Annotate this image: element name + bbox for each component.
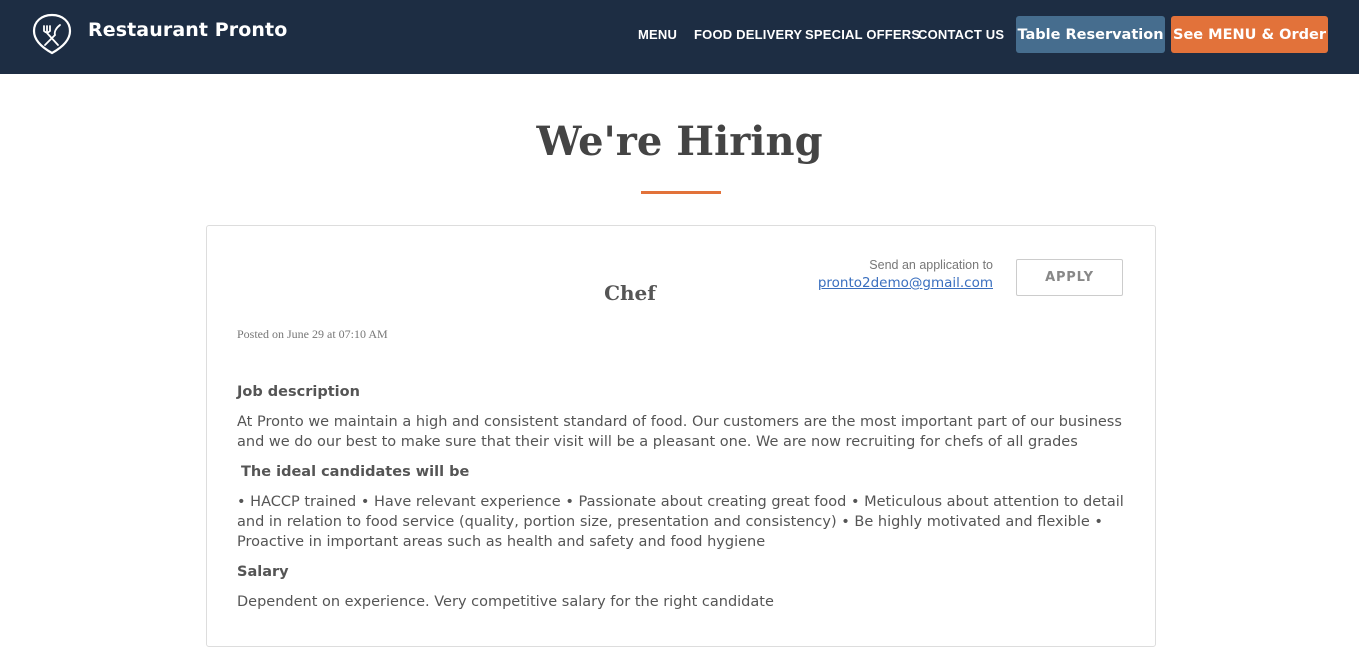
ideal-candidates-text: • HACCP trained • Have relevant experien… <box>237 494 1124 550</box>
job-posting-card: Chef Posted on June 29 at 07:10 AM Send … <box>206 225 1156 647</box>
job-description-heading: Job description <box>237 384 360 400</box>
job-title: Chef <box>604 281 656 305</box>
table-reservation-button[interactable]: Table Reservation <box>1016 16 1165 53</box>
salary-text: Dependent on experience. Very competitiv… <box>237 594 774 610</box>
title-divider <box>641 191 721 194</box>
salary-heading: Salary <box>237 564 289 580</box>
nav-special-offers-link[interactable]: SPECIAL OFFERS <box>805 27 920 42</box>
send-application-label: Send an application to <box>869 258 993 272</box>
apply-button[interactable]: APPLY <box>1016 259 1123 296</box>
job-description-text: At Pronto we maintain a high and consist… <box>237 414 1122 450</box>
posted-date: Posted on June 29 at 07:10 AM <box>237 327 388 341</box>
application-email-link[interactable]: pronto2demo@gmail.com <box>818 275 993 291</box>
see-menu-order-button[interactable]: See MENU & Order <box>1171 16 1328 53</box>
page-title: We're Hiring <box>536 118 823 165</box>
ideal-candidates-heading: The ideal candidates will be <box>241 464 470 480</box>
nav-contact-us-link[interactable]: CONTACT US <box>918 27 1004 42</box>
cutlery-shield-icon[interactable] <box>30 12 74 56</box>
nav-food-delivery-link[interactable]: FOOD DELIVERY <box>694 27 802 42</box>
top-navigation-bar: Restaurant Pronto MENU FOOD DELIVERY SPE… <box>0 0 1359 74</box>
nav-menu-link[interactable]: MENU <box>638 27 677 42</box>
brand-name[interactable]: Restaurant Pronto <box>88 19 287 41</box>
